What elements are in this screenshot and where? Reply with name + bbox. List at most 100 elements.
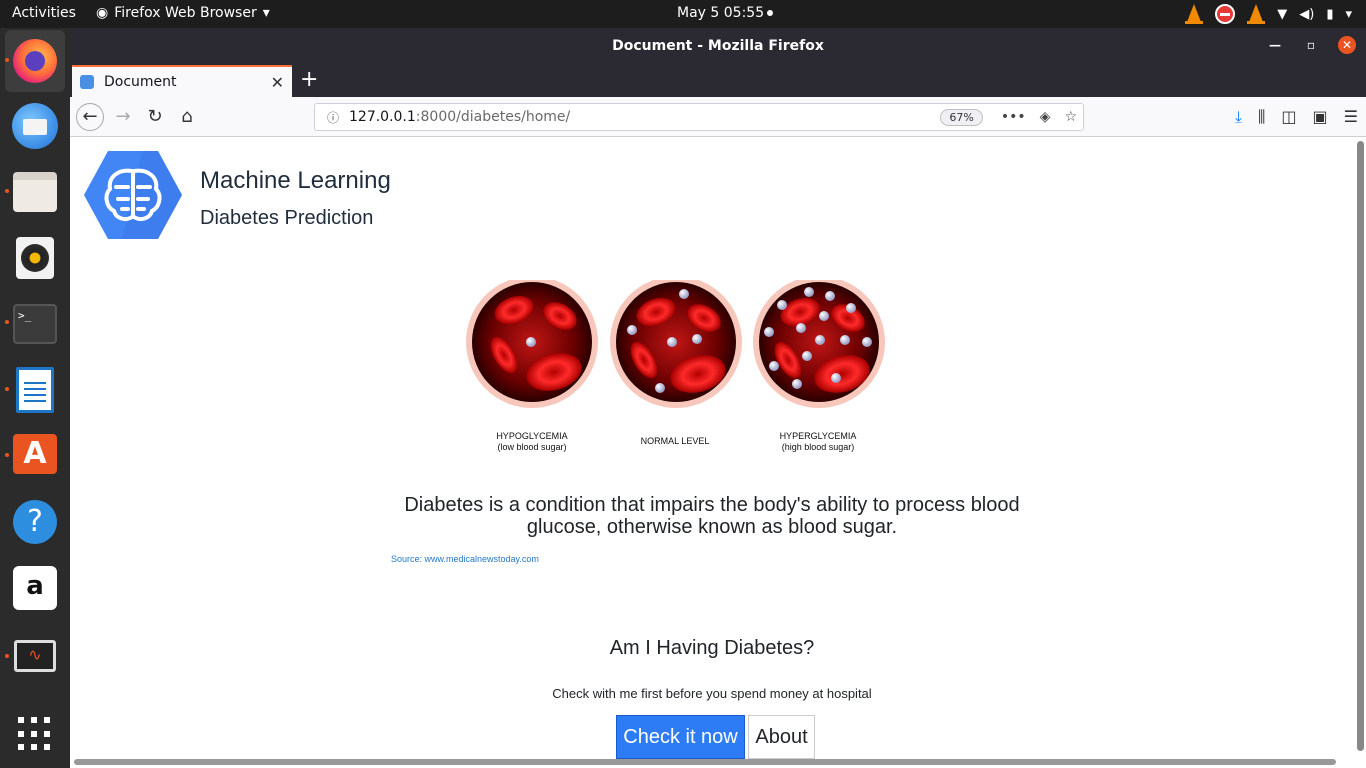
system-monitor-icon: ∿ [14,640,56,672]
navigation-toolbar: ← → ↻ ⌂ ⓘ 127.0.0.1 :8000/diabetes/home/… [70,97,1366,137]
brain-logo-icon [84,151,182,239]
clock-label: May 5 05:55 [677,5,765,21]
activities-button[interactable]: Activities [12,5,76,21]
firefox-window: Document - Mozilla Firefox — ▫ ✕ Documen… [70,28,1366,768]
help-icon: ? [13,500,57,544]
url-bar[interactable]: ⓘ 127.0.0.1 :8000/diabetes/home/ 67% •••… [314,103,1084,131]
diabetes-description: Diabetes is a condition that impairs the… [404,494,1020,538]
home-button[interactable]: ⌂ [174,104,200,130]
clock[interactable]: May 5 05:55 [677,5,774,21]
bookmark-star-icon[interactable]: ☆ [1064,109,1077,125]
dock-amazon[interactable]: a [11,564,59,612]
tab-bar: Document ✕ + [70,64,1366,97]
dock-firefox[interactable] [5,30,65,92]
dock-system-monitor[interactable]: ∿ [11,632,59,680]
library-icon[interactable]: ⫼ [1258,107,1265,127]
running-indicator [5,58,9,62]
running-indicator [5,189,9,193]
firefox-icon [13,39,57,83]
close-window-button[interactable]: ✕ [1338,36,1356,54]
close-tab-icon[interactable]: ✕ [271,73,284,92]
hyperglycemia-cell [753,280,885,408]
dock-thunderbird[interactable] [11,102,59,150]
hypoglycemia-caption: HYPOGLYCEMIA (low blood sugar) [462,431,602,453]
thunderbird-icon [12,103,58,149]
window-titlebar[interactable]: Document - Mozilla Firefox — ▫ ✕ [70,28,1366,64]
normal-level-cell [610,280,742,408]
tab-label: Document [104,74,177,90]
do-not-disturb-icon[interactable] [1215,4,1236,24]
writer-icon [16,367,54,413]
url-path: :8000/diabetes/home/ [415,109,571,125]
normal-level-caption: NORMAL LEVEL [605,436,745,447]
software-store-icon: A [13,434,57,474]
favicon-icon [80,75,94,89]
running-indicator [5,387,9,391]
wifi-icon[interactable]: ▼ [1277,7,1287,22]
check-it-now-button[interactable]: Check it now [616,715,745,759]
sidebar-icon[interactable]: ◫ [1281,107,1296,127]
horizontal-scrollbar[interactable] [74,759,1336,765]
amazon-icon: a [13,566,57,610]
vlc-icon[interactable] [1247,4,1266,24]
downloads-icon[interactable]: ⤓ [1235,107,1242,127]
brand-title: Machine Learning [200,167,391,194]
battery-icon[interactable]: ▮ [1326,7,1333,22]
reload-button[interactable]: ↻ [142,104,168,130]
vlc-icon[interactable] [1185,4,1204,24]
running-indicator [5,320,9,324]
dock-help[interactable]: ? [11,498,59,546]
system-tray: ▼ ◀) ▮ ▾ [1185,4,1352,24]
rhythmbox-icon [16,237,54,279]
dock-writer[interactable] [11,366,59,414]
app-menu[interactable]: ◉ Firefox Web Browser ▾ [96,5,270,21]
toolbar-right: ⤓ ⫼ ◫ ▣ ☰ [1235,107,1358,127]
forward-button[interactable]: → [110,104,136,130]
running-indicator [5,654,9,658]
pocket-icon[interactable]: ◈ [1040,109,1051,125]
hyperglycemia-caption: HYPERGLYCEMIA (high blood sugar) [748,431,888,453]
hypoglycemia-cell [466,280,598,408]
tab-document[interactable]: Document ✕ [72,65,292,97]
page-content: Machine Learning Diabetes Prediction HYP… [70,137,1366,768]
zoom-indicator[interactable]: 67% [940,108,983,126]
source-link[interactable]: Source: www.medicalnewstoday.com [391,554,539,564]
about-button[interactable]: About [748,715,815,759]
site-info-icon[interactable]: ⓘ [321,109,345,126]
dock: >_ A ? a ∿ [0,28,70,768]
vertical-scrollbar[interactable] [1357,141,1364,751]
maximize-button[interactable]: ▫ [1302,36,1320,54]
url-host: 127.0.0.1 [349,109,416,125]
chevron-down-icon: ▾ [262,5,270,21]
window-controls: — ▫ ✕ [1266,36,1356,54]
caption-line: HYPOGLYCEMIA [496,431,568,441]
dock-terminal[interactable]: >_ [11,300,59,348]
section-heading: Am I Having Diabetes? [609,637,815,659]
brand-subtitle: Diabetes Prediction [200,207,374,229]
caption-line: HYPERGLYCEMIA [779,431,857,441]
section-tagline: Check with me first before you spend mon… [552,686,872,701]
page-actions-menu-icon[interactable]: ••• [1001,109,1026,125]
minimize-button[interactable]: — [1266,36,1284,54]
caption-line: (high blood sugar) [781,442,855,452]
volume-icon[interactable]: ◀) [1299,7,1314,22]
dock-rhythmbox[interactable] [11,234,59,282]
terminal-icon: >_ [13,304,57,344]
app-menu-label: Firefox Web Browser [114,5,257,21]
chevron-down-icon[interactable]: ▾ [1345,7,1352,22]
notification-dot [767,10,774,16]
show-applications-button[interactable] [11,710,59,758]
page-actions: ••• ◈ ☆ [1001,109,1077,125]
files-icon [13,172,57,212]
system-top-bar: Activities ◉ Firefox Web Browser ▾ May 5… [0,0,1366,28]
firefox-small-icon: ◉ [96,5,109,21]
app-grid-icon [18,717,52,751]
caption-line: (low blood sugar) [497,442,567,452]
back-button[interactable]: ← [76,103,104,131]
dock-files[interactable] [11,168,59,216]
new-tab-button[interactable]: + [300,67,318,92]
extension-icon[interactable]: ▣ [1313,107,1328,127]
window-title: Document - Mozilla Firefox [612,38,824,54]
dock-software[interactable]: A [11,430,59,478]
hamburger-menu-icon[interactable]: ☰ [1344,107,1358,127]
